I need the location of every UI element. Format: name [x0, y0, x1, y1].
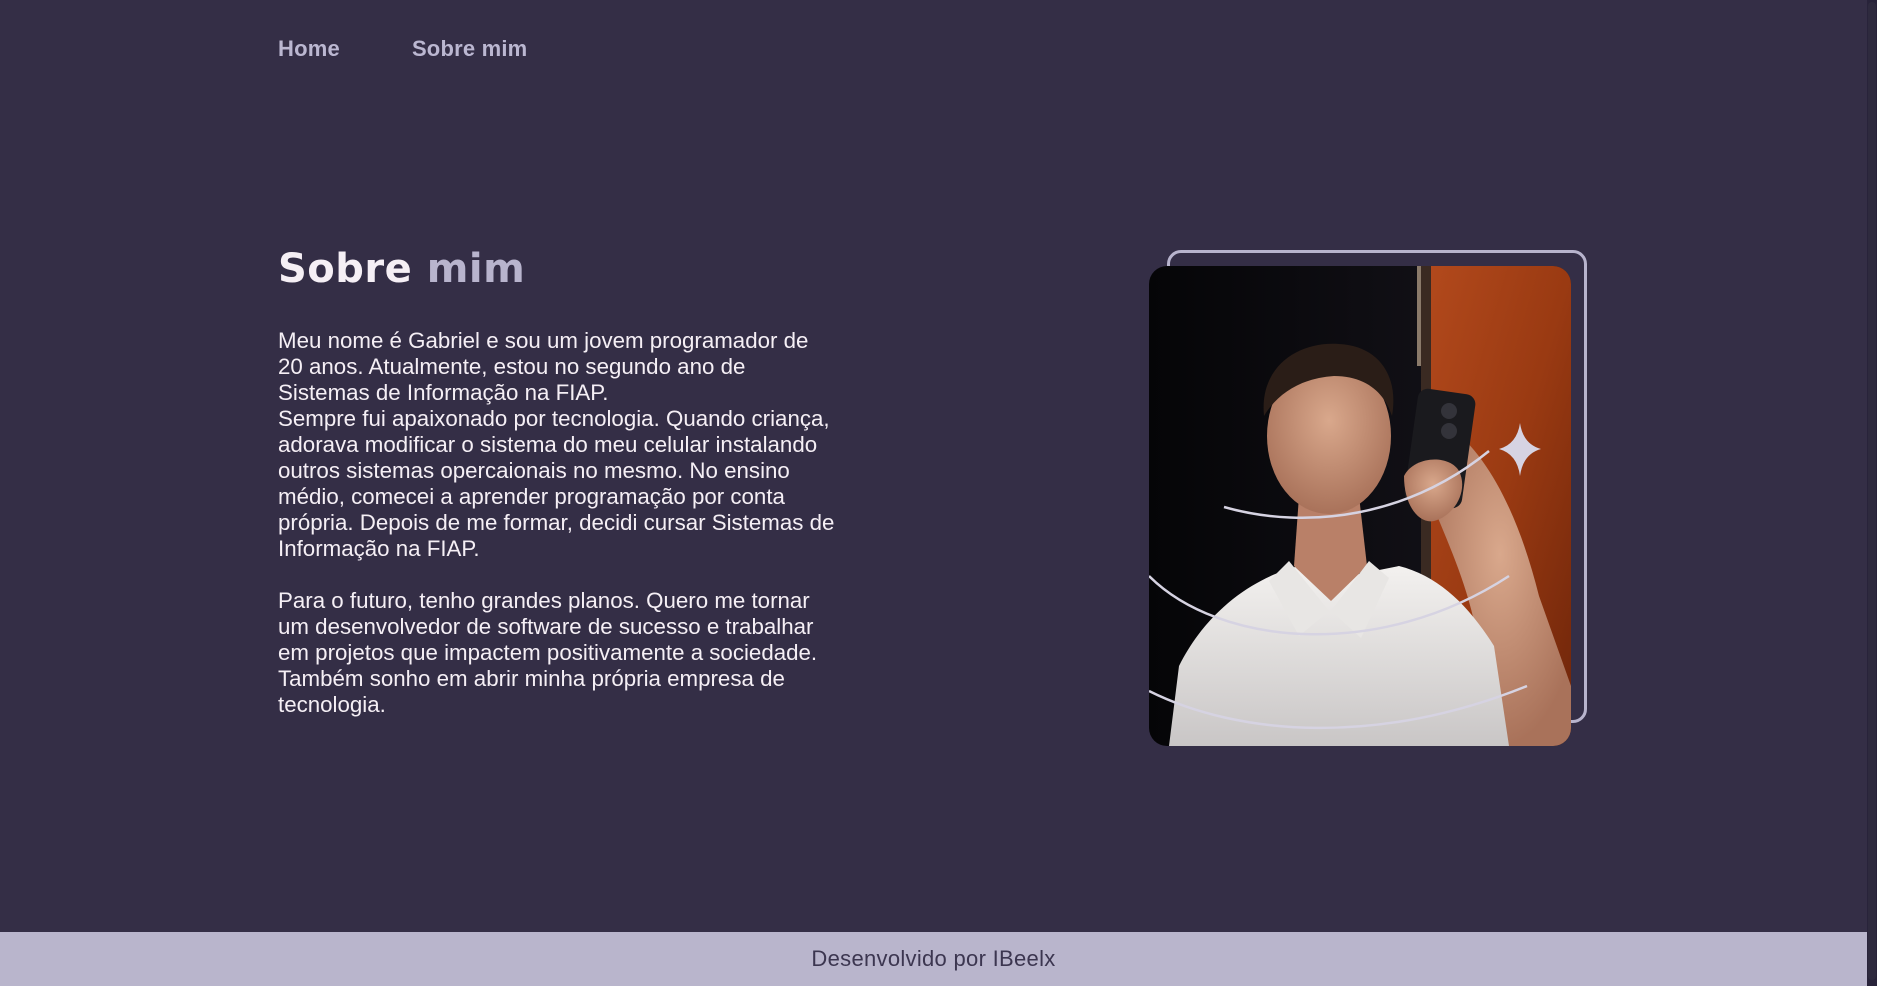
- footer-credit: Desenvolvido por IBeelx: [811, 946, 1056, 971]
- scrollbar-track[interactable]: [1867, 0, 1877, 986]
- page-title-first: Sobre: [278, 246, 413, 292]
- scrollbar-thumb[interactable]: [1868, 2, 1876, 980]
- profile-photo: [1149, 266, 1571, 746]
- page: Home Sobre mim Sobre mim Meu nome é Gabr…: [0, 0, 1877, 986]
- bio-paragraph-1: Meu nome é Gabriel e sou um jovem progra…: [278, 328, 809, 405]
- bio-paragraph-3: Para o futuro, tenho grandes planos. Que…: [278, 588, 818, 717]
- page-title-highlight: mim: [426, 246, 526, 292]
- bio-text: Meu nome é Gabriel e sou um jovem progra…: [278, 328, 838, 718]
- page-title: Sobre mim: [278, 246, 525, 292]
- main-nav: Home Sobre mim: [278, 36, 527, 62]
- nav-link-sobre-mim[interactable]: Sobre mim: [412, 36, 528, 62]
- bio-paragraph-2: Sempre fui apaixonado por tecnologia. Qu…: [278, 406, 835, 561]
- nav-link-home[interactable]: Home: [278, 36, 340, 62]
- footer: Desenvolvido por IBeelx: [0, 932, 1867, 986]
